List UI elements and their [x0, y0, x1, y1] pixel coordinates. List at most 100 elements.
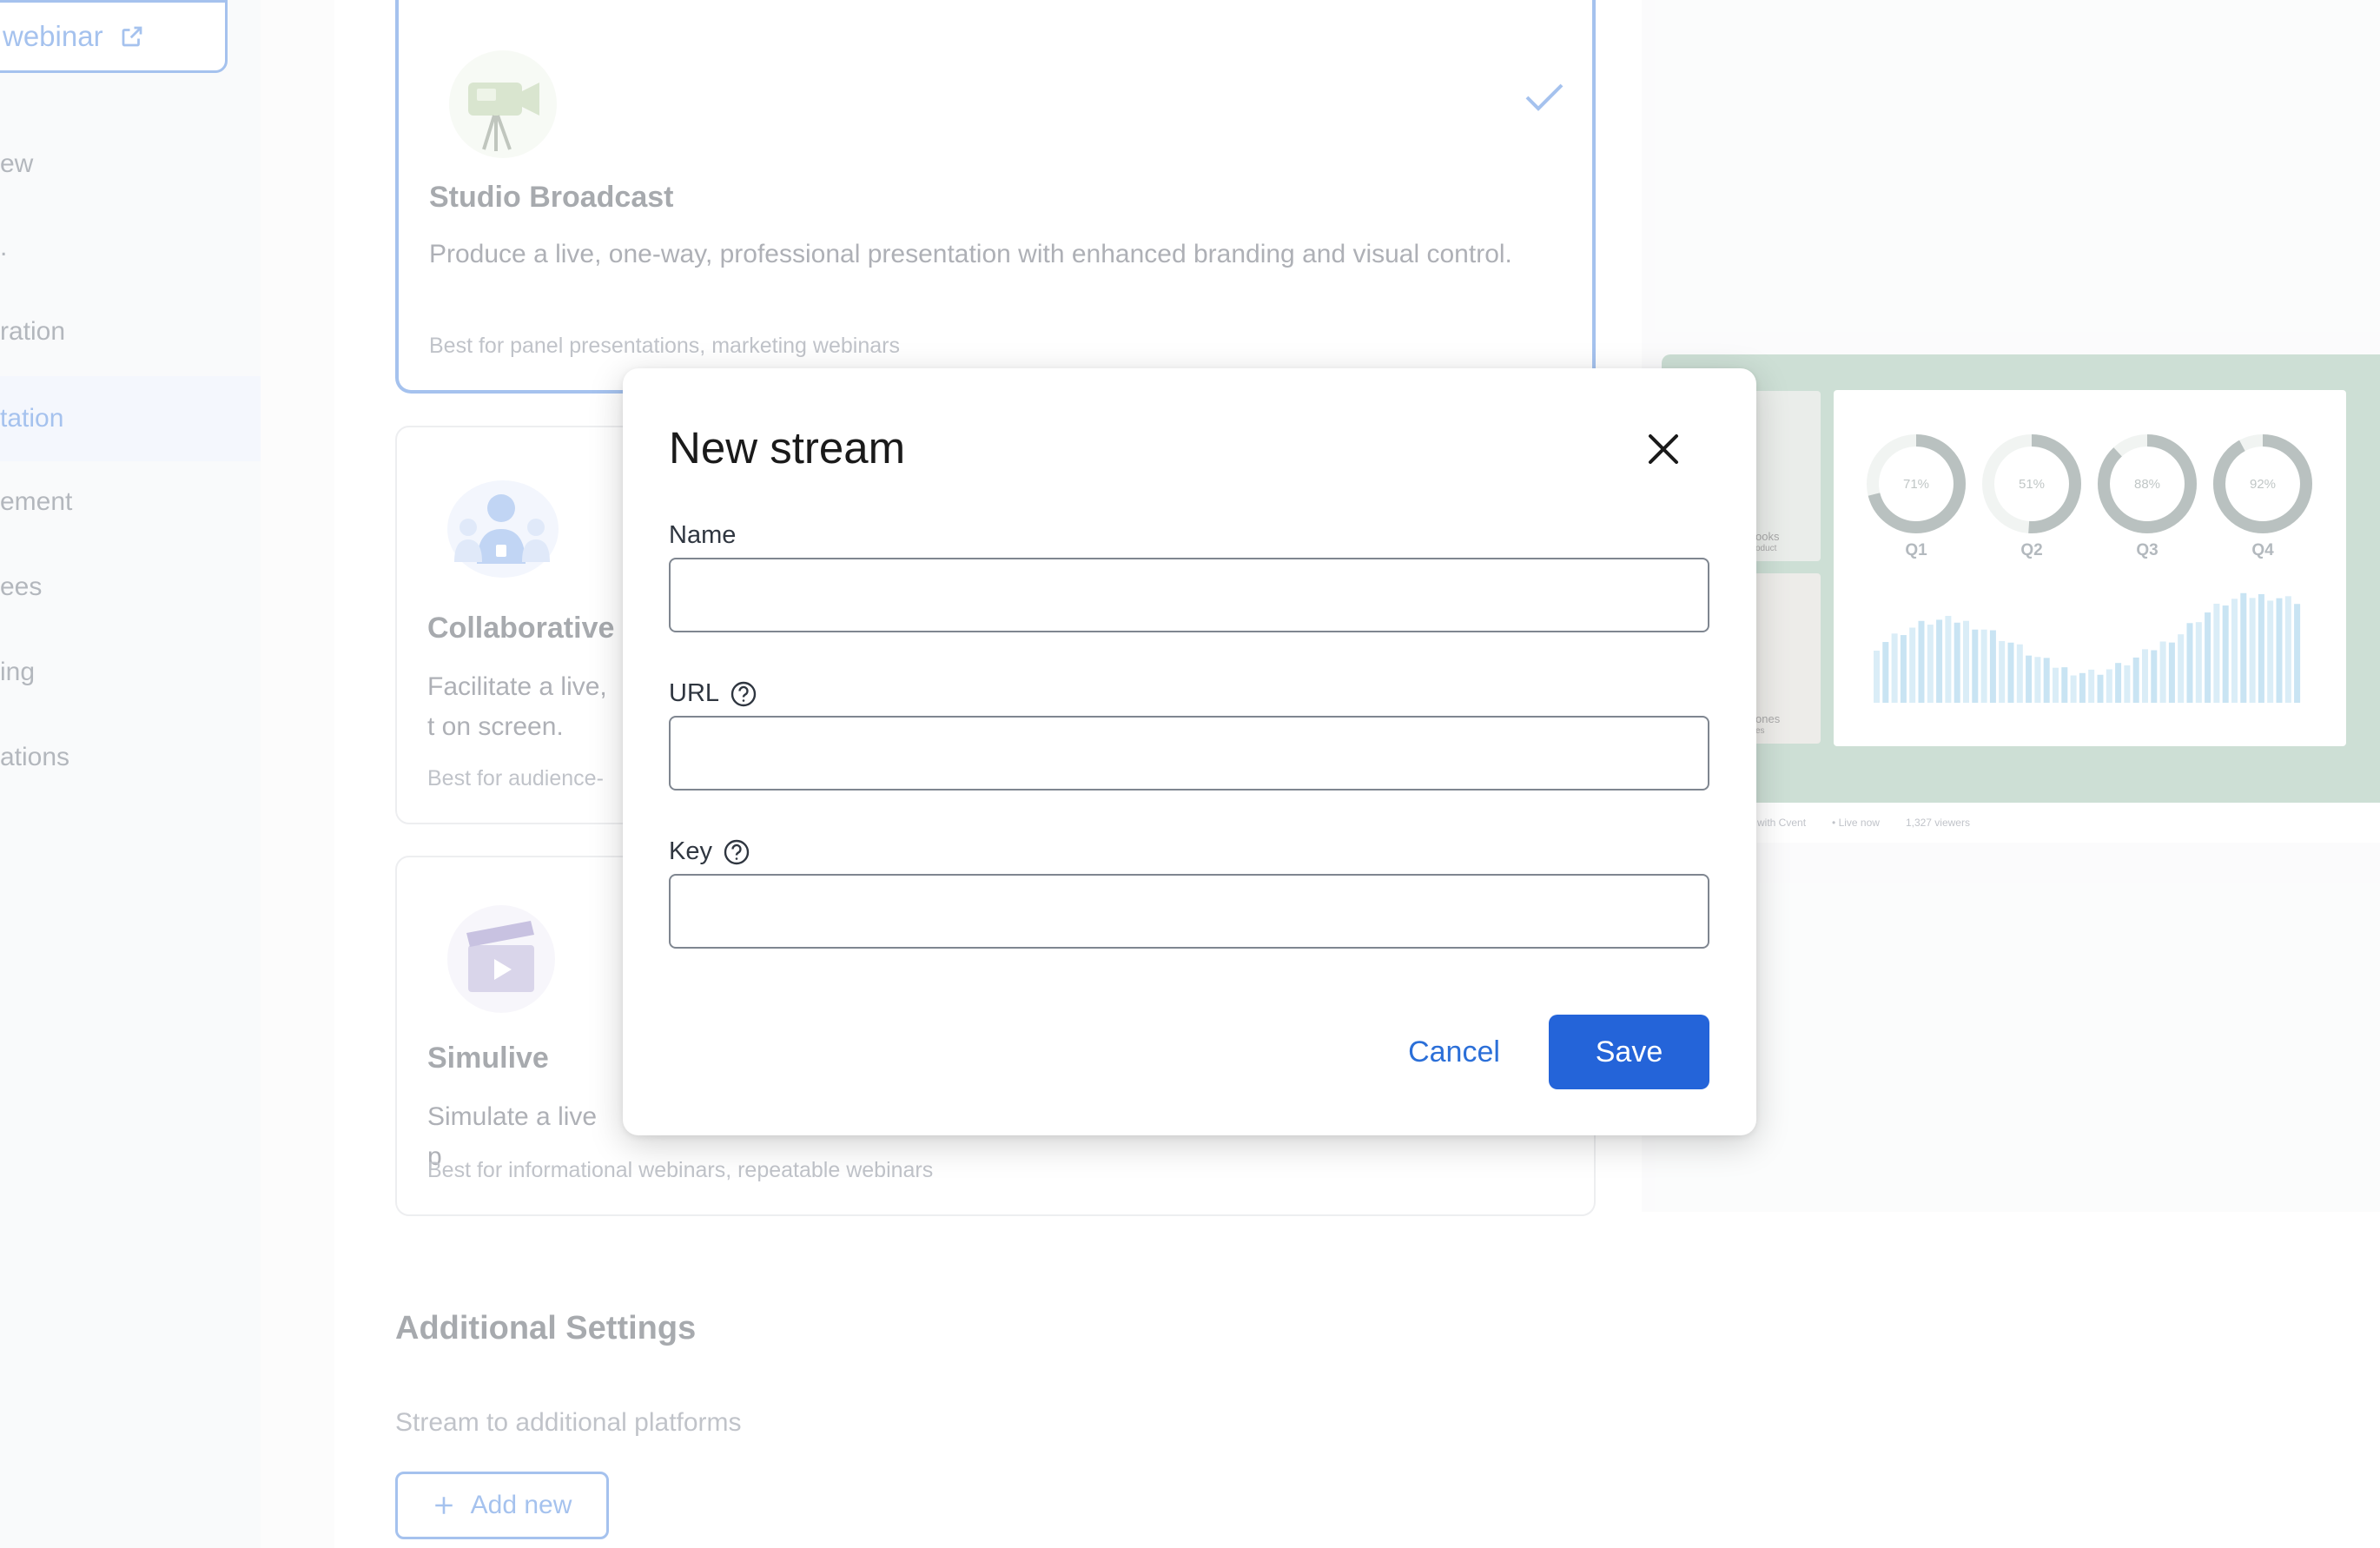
sidebar-item-attendees[interactable]: ees	[0, 572, 42, 602]
close-icon[interactable]	[1643, 429, 1683, 469]
sidebar-item-engagement[interactable]: ement	[0, 487, 72, 517]
bar	[2124, 665, 2131, 703]
url-label-text: URL	[669, 679, 720, 707]
card-title: Studio Broadcast	[429, 181, 674, 214]
bar	[2205, 612, 2211, 703]
live-status: • Live now	[1832, 817, 1880, 829]
bar	[2284, 596, 2291, 703]
card-best-for: Best for audience-	[427, 766, 604, 791]
quarter-label: Q2	[2020, 541, 2042, 559]
key-field-label: Key	[669, 837, 750, 866]
card-title: Simulive	[427, 1042, 549, 1075]
sidebar-item-registration[interactable]: ration	[0, 317, 65, 347]
add-new-button[interactable]: Add new	[395, 1472, 609, 1539]
name-label-text: Name	[669, 521, 737, 549]
bar	[2231, 599, 2238, 703]
speaker-name: ooks	[1755, 530, 1780, 543]
donut-percent-label: 88%	[2134, 477, 2160, 492]
preview-brand: with Cvent	[1757, 817, 1807, 829]
sidebar-item-presentation[interactable]: tation	[0, 376, 261, 461]
slide-chart: 71% Q1 51% Q2 88% Q3 92% Q4	[1867, 434, 2312, 703]
sidebar-item-reporting[interactable]: ing	[0, 658, 35, 687]
sidebar-item-integrations[interactable]: ations	[0, 743, 69, 772]
content-gutter	[261, 0, 334, 1548]
bar	[2043, 658, 2050, 703]
bar	[1927, 625, 1934, 703]
experience-card-studio-broadcast[interactable]: Studio Broadcast Produce a live, one-way…	[395, 0, 1596, 394]
new-stream-dialog: New stream Name URL Key Cancel Save	[623, 368, 1756, 1135]
bar	[1980, 629, 1987, 703]
bar	[2249, 598, 2256, 703]
bar	[1874, 651, 1880, 703]
save-button[interactable]: Save	[1549, 1015, 1709, 1089]
bar	[1945, 616, 1952, 703]
external-link-icon	[122, 26, 142, 47]
bar	[2151, 650, 2158, 703]
card-best-for: Best for panel presentations, marketing …	[429, 334, 900, 358]
speaker-role: es	[1755, 726, 1765, 736]
donut-percent-label: 51%	[2019, 477, 2045, 492]
bar	[2213, 603, 2220, 703]
quarter-label: Q3	[2136, 541, 2158, 559]
bar	[2267, 600, 2274, 703]
speaker-role: oduct	[1755, 544, 1777, 553]
card-title: Collaborative	[427, 612, 615, 645]
bar	[1918, 620, 1925, 703]
bar	[2106, 669, 2112, 703]
bar	[2222, 605, 2229, 703]
url-field-label: URL	[669, 679, 757, 708]
sidebar-item-2[interactable]: .	[0, 233, 7, 262]
bar	[1954, 622, 1960, 703]
bar	[1882, 642, 1889, 703]
donut-percent-label: 71%	[1903, 477, 1929, 492]
key-input[interactable]	[669, 874, 1709, 949]
cancel-button[interactable]: Cancel	[1372, 1015, 1537, 1089]
sidebar-item-overview[interactable]: ew	[0, 149, 33, 179]
bar	[2079, 672, 2086, 703]
quarter-label: Q1	[1905, 541, 1927, 559]
bar	[1900, 635, 1907, 703]
bar	[1963, 620, 1969, 703]
presentation-slide: 71% Q1 51% Q2 88% Q3 92% Q4	[1834, 390, 2346, 746]
sidebar-item-label: tation	[0, 404, 64, 433]
sidebar: webinar ew . ration tation ement ees ing…	[0, 0, 262, 1548]
donut-percent-label: 92%	[2250, 477, 2276, 492]
bar	[1972, 629, 1979, 703]
add-new-label: Add new	[470, 1491, 572, 1519]
checkmark-icon	[1525, 83, 1564, 111]
bar	[2168, 642, 2175, 703]
bar	[2240, 592, 2247, 703]
help-icon[interactable]	[730, 680, 757, 708]
bar	[2159, 641, 2166, 703]
view-webinar-label: webinar	[3, 20, 103, 52]
bar	[2186, 623, 2193, 703]
bar	[2258, 593, 2264, 703]
video-camera-icon	[449, 50, 557, 158]
card-description: Produce a live, one-way, professional pr…	[429, 240, 1512, 268]
card-best-for: Best for informational webinars, repeata…	[427, 1158, 934, 1182]
speaker-name: ones	[1755, 712, 1781, 725]
bar	[2026, 655, 2033, 703]
name-input[interactable]	[669, 558, 1709, 632]
bar	[2132, 657, 2139, 703]
bar	[1936, 619, 1943, 703]
bar	[2034, 657, 2041, 703]
clapperboard-icon	[447, 905, 555, 1013]
bar	[2294, 604, 2301, 703]
help-icon[interactable]	[723, 838, 750, 866]
bar	[1909, 627, 1916, 703]
url-input[interactable]	[669, 716, 1709, 791]
bar	[1891, 633, 1898, 703]
bar	[2053, 667, 2059, 703]
view-webinar-button[interactable]: webinar	[0, 0, 228, 73]
bar	[2007, 642, 2014, 703]
card-description: Facilitate a live, t on screen.	[427, 672, 607, 741]
bar	[2061, 667, 2068, 703]
bar	[2070, 675, 2077, 703]
bar	[2276, 598, 2283, 703]
bar	[2142, 649, 2148, 703]
additional-settings-title: Additional Settings	[395, 1310, 697, 1346]
key-label-text: Key	[669, 837, 712, 865]
viewer-count: 1,327 viewers	[1905, 817, 1970, 829]
people-group-icon	[447, 480, 559, 578]
